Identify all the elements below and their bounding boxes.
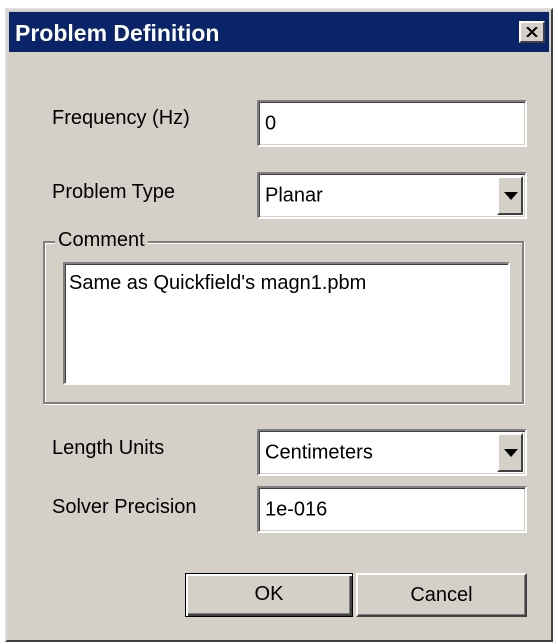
solver-precision-label: Solver Precision — [52, 496, 197, 518]
comment-text: Same as Quickfield's magn1.pbm — [69, 272, 367, 294]
solver-precision-input[interactable]: 1e-016 — [257, 486, 527, 533]
close-button[interactable] — [519, 21, 545, 43]
problem-definition-dialog: Problem Definition Frequency (Hz) 0 Prob… — [5, 8, 553, 642]
problem-type-value: Planar — [265, 184, 323, 206]
length-units-select[interactable]: Centimeters — [257, 429, 527, 476]
comment-group: Comment Same as Quickfield's magn1.pbm — [43, 229, 524, 404]
chevron-down-icon — [504, 191, 518, 200]
length-units-dropdown-button[interactable] — [497, 433, 523, 472]
frequency-value: 0 — [265, 112, 277, 134]
comment-label: Comment — [55, 229, 148, 252]
title-bar[interactable]: Problem Definition — [9, 12, 549, 52]
length-units-value: Centimeters — [265, 441, 373, 463]
problem-type-select[interactable]: Planar — [257, 172, 527, 219]
ok-button[interactable]: OK — [185, 573, 353, 617]
problem-type-dropdown-button[interactable] — [497, 176, 523, 215]
frequency-label: Frequency (Hz) — [52, 107, 190, 129]
chevron-down-icon — [504, 448, 518, 457]
solver-precision-value: 1e-016 — [265, 498, 328, 520]
problem-type-label: Problem Type — [52, 181, 176, 203]
dialog-title: Problem Definition — [15, 20, 220, 46]
comment-textarea[interactable]: Same as Quickfield's magn1.pbm — [63, 262, 510, 385]
frequency-input[interactable]: 0 — [257, 100, 527, 147]
length-units-label: Length Units — [52, 437, 165, 459]
close-icon — [526, 27, 538, 37]
cancel-button[interactable]: Cancel — [356, 573, 527, 617]
